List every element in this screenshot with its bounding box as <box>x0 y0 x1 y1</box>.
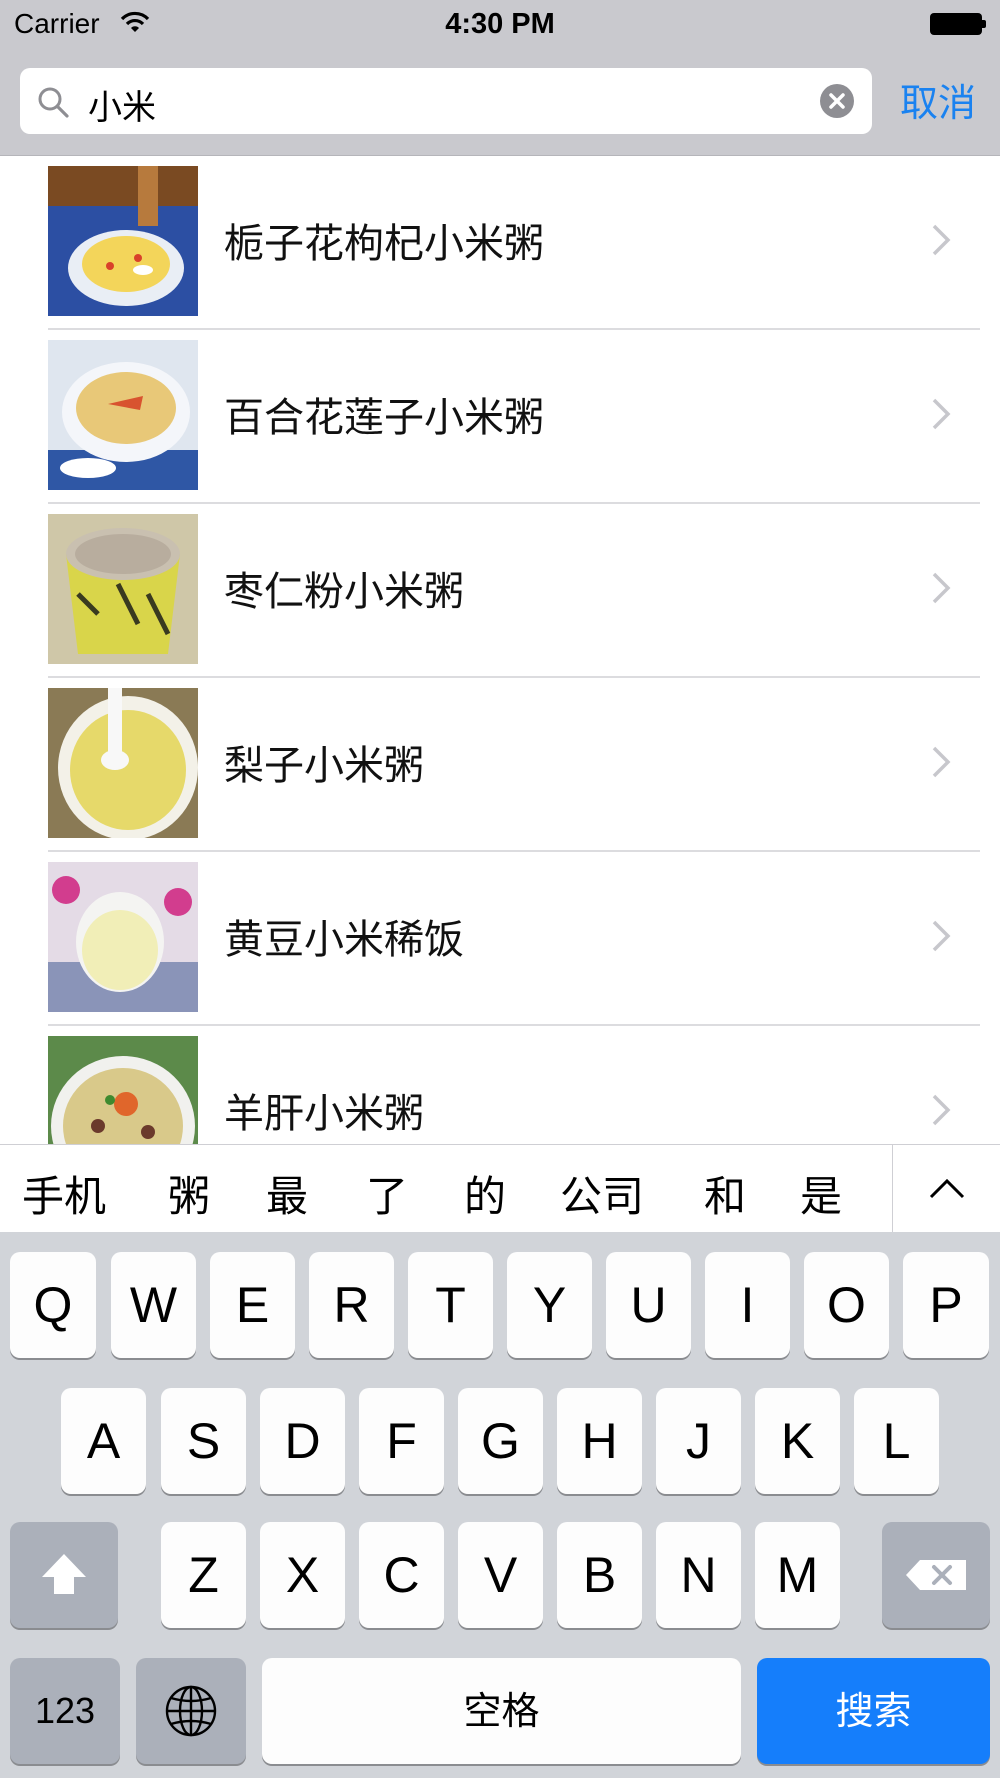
key-v[interactable]: V <box>458 1522 543 1628</box>
globe-key[interactable] <box>136 1658 246 1764</box>
chevron-right-icon <box>930 1092 952 1132</box>
candidate-word[interactable]: 的 <box>464 1163 506 1224</box>
key-l[interactable]: L <box>854 1388 939 1494</box>
result-row[interactable]: 黄豆小米稀饭 <box>0 852 1000 1026</box>
key-f[interactable]: F <box>359 1388 444 1494</box>
key-b[interactable]: B <box>557 1522 642 1628</box>
chevron-right-icon <box>930 396 952 436</box>
candidate-word[interactable]: 和 <box>704 1163 746 1224</box>
key-y[interactable]: Y <box>507 1252 592 1358</box>
status-bar: Carrier 4:30 PM <box>0 0 1000 50</box>
key-g[interactable]: G <box>458 1388 543 1494</box>
candidate-word[interactable]: 手机 <box>22 1163 106 1224</box>
candidate-word[interactable]: 是 <box>800 1163 842 1224</box>
backspace-key[interactable] <box>882 1522 990 1628</box>
key-h[interactable]: H <box>557 1388 642 1494</box>
numbers-key[interactable]: 123 <box>10 1658 120 1764</box>
recipe-title: 黄豆小米稀饭 <box>224 917 464 963</box>
key-x[interactable]: X <box>260 1522 345 1628</box>
recipe-title: 百合花莲子小米粥 <box>224 395 544 441</box>
result-row[interactable]: 羊肝小米粥 <box>0 1026 1000 1144</box>
search-icon <box>36 85 70 123</box>
search-query-text: 小米 <box>88 88 156 128</box>
clear-search-icon[interactable] <box>820 84 854 118</box>
recipe-thumbnail <box>48 688 198 838</box>
candidate-word[interactable]: 最 <box>266 1163 308 1224</box>
result-row[interactable]: 百合花莲子小米粥 <box>0 330 1000 504</box>
keyboard: Q W E R T Y U I O P A S D F G H J K L Z … <box>0 1232 1000 1778</box>
key-u[interactable]: U <box>606 1252 691 1358</box>
key-e[interactable]: E <box>210 1252 295 1358</box>
chevron-right-icon <box>930 570 952 610</box>
key-t[interactable]: T <box>408 1252 493 1358</box>
key-z[interactable]: Z <box>161 1522 246 1628</box>
key-s[interactable]: S <box>161 1388 246 1494</box>
key-j[interactable]: J <box>656 1388 741 1494</box>
key-n[interactable]: N <box>656 1522 741 1628</box>
shift-key[interactable] <box>10 1522 118 1628</box>
recipe-thumbnail <box>48 1036 198 1144</box>
result-row[interactable]: 梨子小米粥 <box>0 678 1000 852</box>
key-k[interactable]: K <box>755 1388 840 1494</box>
key-w[interactable]: W <box>111 1252 196 1358</box>
battery-icon <box>930 13 986 35</box>
ime-candidate-bar: 手机 粥 最 了 的 公司 和 是 <box>0 1144 1000 1233</box>
recipe-title: 羊肝小米粥 <box>224 1091 424 1137</box>
result-row[interactable]: 枣仁粉小米粥 <box>0 504 1000 678</box>
recipe-thumbnail <box>48 514 198 664</box>
recipe-title: 栀子花枸杞小米粥 <box>224 221 544 267</box>
cancel-button[interactable]: 取消 <box>900 72 976 127</box>
key-o[interactable]: O <box>804 1252 889 1358</box>
candidate-word[interactable]: 公司 <box>560 1163 644 1224</box>
recipe-title: 枣仁粉小米粥 <box>224 569 464 615</box>
key-q[interactable]: Q <box>10 1252 96 1358</box>
clock: 4:30 PM <box>445 8 555 40</box>
key-r[interactable]: R <box>309 1252 394 1358</box>
navigation-header: Carrier 4:30 PM 小米 取消 <box>0 0 1000 156</box>
key-d[interactable]: D <box>260 1388 345 1494</box>
space-key[interactable]: 空格 <box>262 1658 741 1764</box>
recipe-thumbnail <box>48 862 198 1012</box>
chevron-right-icon <box>930 744 952 784</box>
key-a[interactable]: A <box>61 1388 146 1494</box>
search-input[interactable]: 小米 <box>20 68 872 134</box>
chevron-right-icon <box>930 918 952 958</box>
expand-candidates-button[interactable] <box>893 1145 1000 1232</box>
candidate-word[interactable]: 了 <box>366 1163 408 1224</box>
result-row[interactable]: 栀子花枸杞小米粥 <box>0 156 1000 330</box>
key-p[interactable]: P <box>903 1252 989 1358</box>
key-m[interactable]: M <box>755 1522 840 1628</box>
key-i[interactable]: I <box>705 1252 790 1358</box>
recipe-thumbnail <box>48 166 198 316</box>
search-key[interactable]: 搜索 <box>757 1658 990 1764</box>
recipe-thumbnail <box>48 340 198 490</box>
recipe-title: 梨子小米粥 <box>224 743 424 789</box>
candidate-word[interactable]: 粥 <box>168 1163 210 1224</box>
chevron-right-icon <box>930 222 952 262</box>
key-c[interactable]: C <box>359 1522 444 1628</box>
search-results-list[interactable]: 栀子花枸杞小米粥 百合花莲子小米粥 枣仁粉小米粥 梨子小米粥 黄豆小米稀饭 羊肝… <box>0 156 1000 1144</box>
